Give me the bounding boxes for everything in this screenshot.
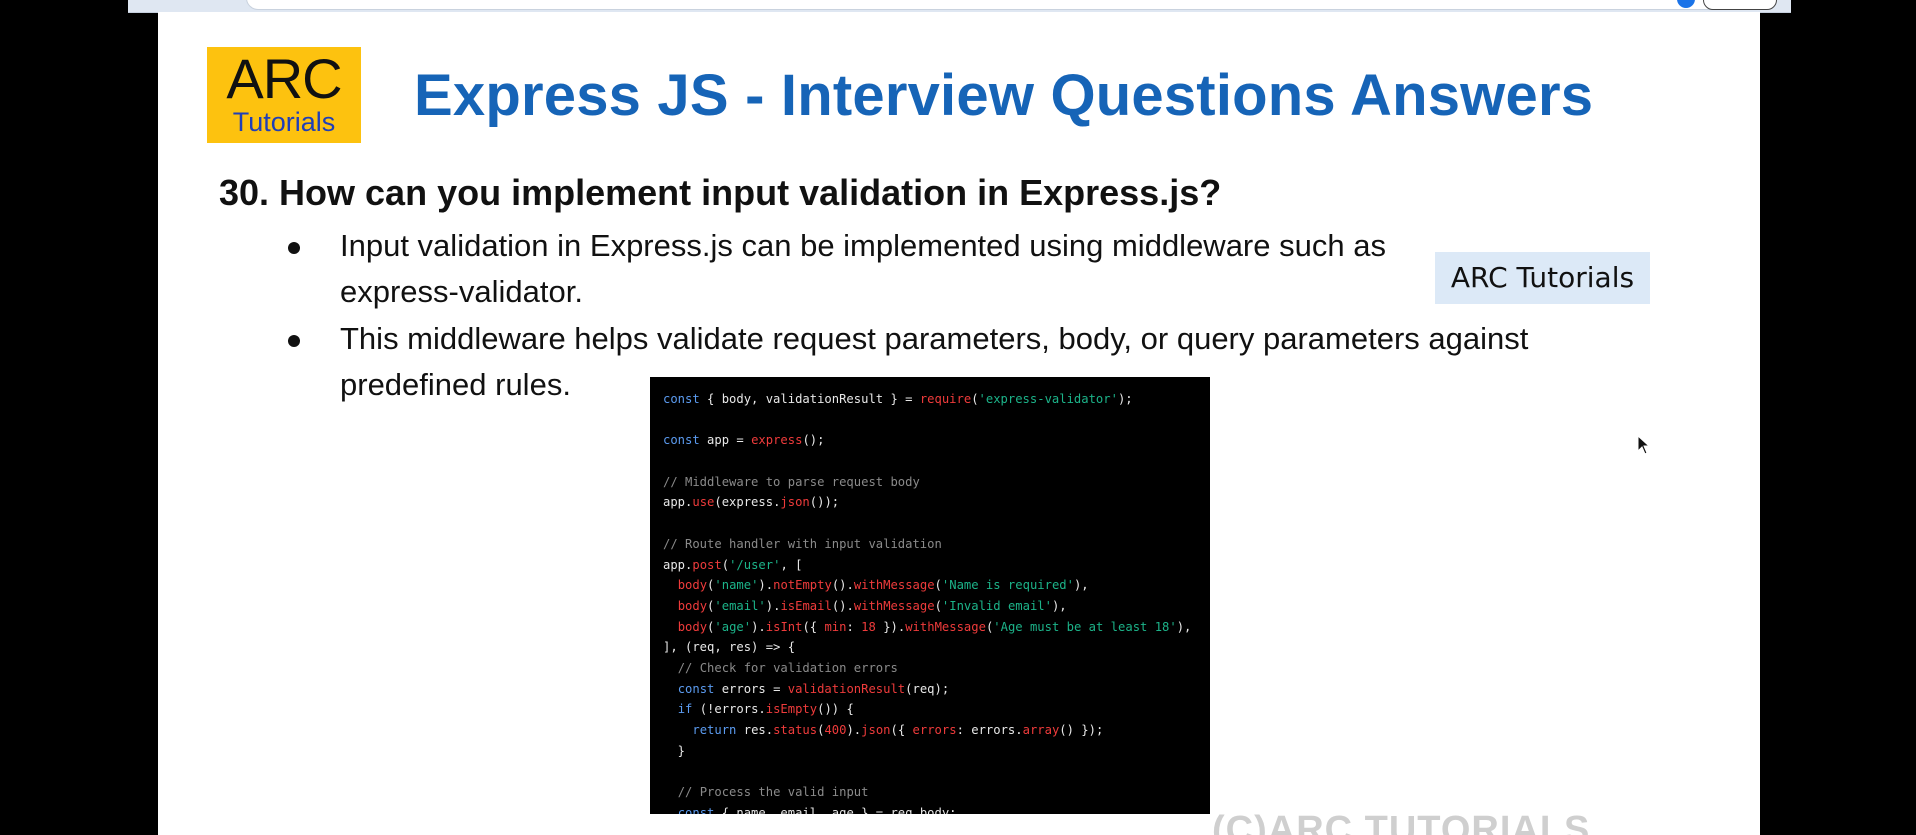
logo-text: ARC (226, 47, 342, 110)
code-line: const { name, email, age } = req.body; (677, 805, 957, 814)
code-line: ], (req, res) => { (663, 640, 796, 655)
code-line: app.post('/user', [ (663, 557, 803, 572)
logo-subtext: Tutorials (232, 107, 336, 137)
code-line: } (663, 743, 686, 758)
copyright-watermark: (C)ARC TUTORIALS (1212, 809, 1591, 835)
code-line: // Process the valid input (677, 785, 869, 800)
code-line: const app = express(); (663, 433, 825, 448)
code-line: app.use(express.json()); (663, 495, 840, 510)
code-line: if (!errors.isEmpty()) { (677, 702, 854, 717)
code-line: // Middleware to parse request body (663, 474, 920, 489)
code-line: return res.status(400).json({ errors: er… (692, 723, 1104, 737)
code-line: body('email').isEmail().withMessage('Inv… (677, 598, 1067, 613)
bullet-dot-icon (288, 242, 300, 254)
code-line: const errors = validationResult(req); (677, 681, 950, 696)
mouse-cursor-icon (1637, 435, 1651, 455)
address-bar[interactable] (246, 0, 1748, 10)
arc-tutorials-logo: ARC Tutorials (207, 47, 361, 143)
slide-title: Express JS - Interview Questions Answers (414, 63, 1594, 128)
code-line: body('name').notEmpty().withMessage('Nam… (677, 578, 1089, 593)
code-line: // Check for validation errors (677, 660, 898, 675)
code-line: body('age').isInt({ min: 18 }).withMessa… (677, 619, 1192, 634)
channel-watermark-badge: ARC Tutorials (1435, 252, 1650, 304)
question-heading: 30. How can you implement input validati… (219, 172, 1222, 213)
toolbar-button[interactable] (1703, 0, 1777, 10)
bullet-dot-icon (288, 335, 300, 347)
code-snippet: const { body, validationResult } = requi… (650, 377, 1210, 814)
bullet-text: Input validation in Express.js can be im… (340, 228, 1386, 309)
presentation-slide: ARC Tutorials Express JS - Interview Que… (158, 12, 1760, 835)
bullet-item: Input validation in Express.js can be im… (288, 223, 1490, 315)
code-line: // Route handler with input validation (663, 536, 942, 551)
code-line: const { body, validationResult } = requi… (663, 392, 1133, 406)
